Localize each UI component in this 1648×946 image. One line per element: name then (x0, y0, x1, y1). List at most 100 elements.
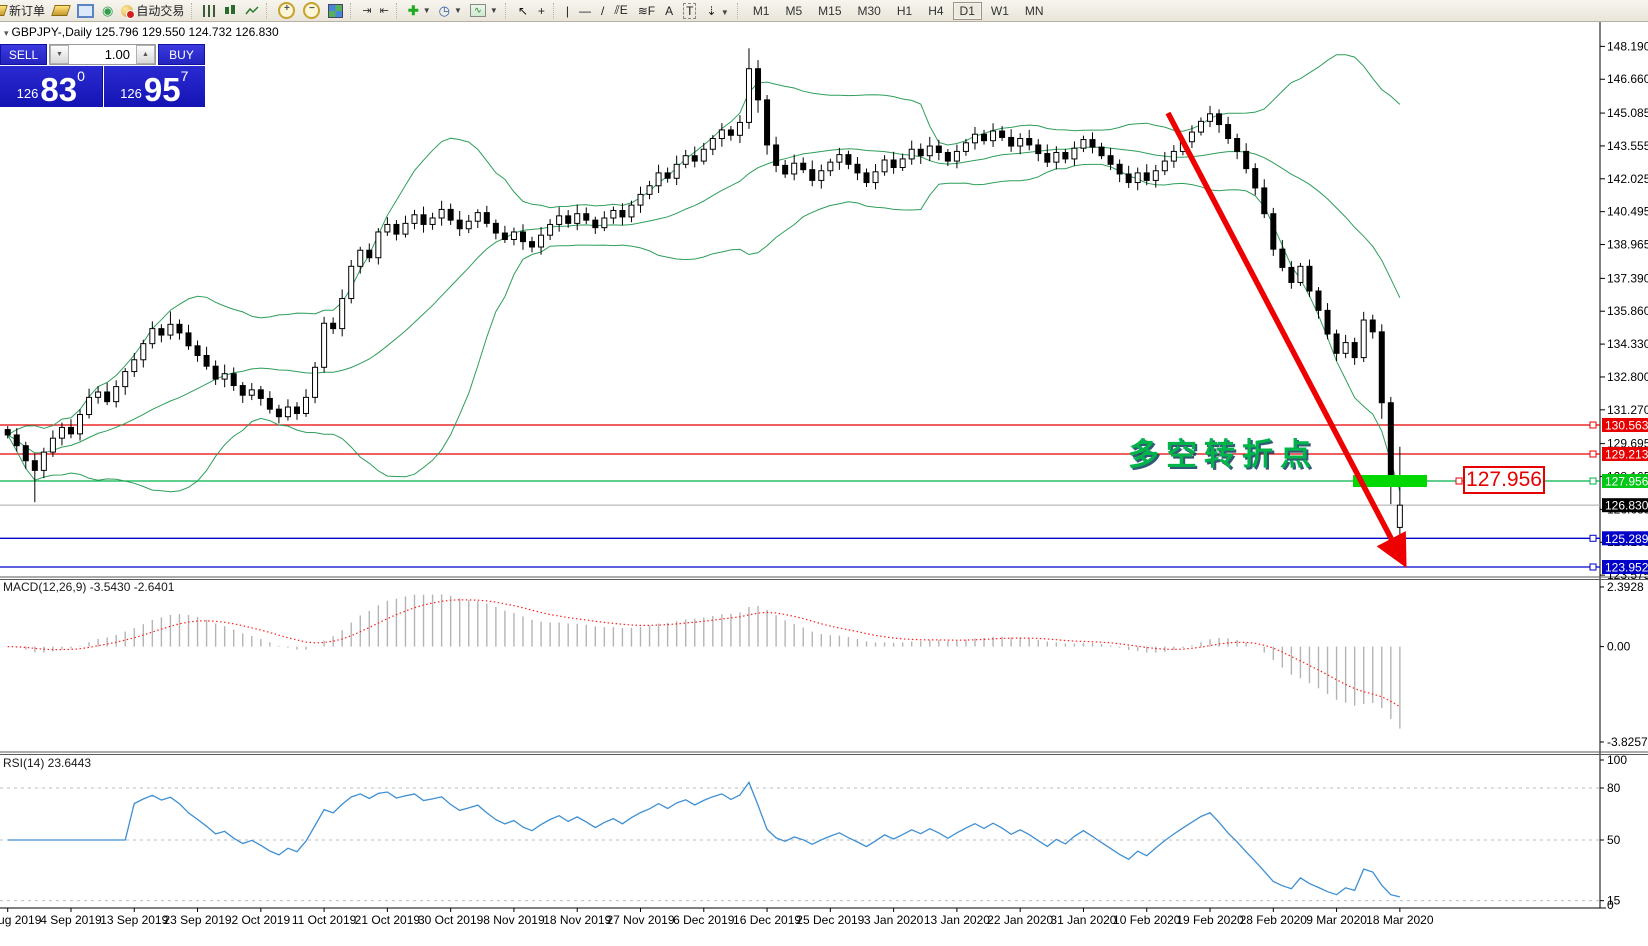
candlestick-series (5, 48, 1402, 550)
chart-title-text: GBPJPY-,Daily 125.796 129.550 124.732 12… (12, 25, 279, 39)
timeframe-button-m30[interactable]: M30 (851, 2, 888, 20)
new-order-icon (0, 5, 8, 16)
svg-text:11 Oct 2019: 11 Oct 2019 (292, 913, 357, 927)
cursor-tool[interactable]: ↖ (513, 4, 533, 18)
add-indicator-button[interactable]: ✚ ▼ (404, 1, 435, 21)
template-icon: ∿ (470, 4, 486, 17)
buy-button[interactable]: BUY (158, 44, 205, 65)
timeframe-button-m5[interactable]: M5 (778, 2, 809, 20)
svg-text:23 Sep 2019: 23 Sep 2019 (164, 913, 232, 927)
template-button[interactable]: ∿ ▼ (466, 1, 502, 21)
chart-frame (0, 22, 1606, 908)
fibonacci-icon: ≋F (638, 4, 655, 18)
timeframe-button-h1[interactable]: H1 (890, 2, 919, 20)
new-order-button[interactable]: 新订单 (0, 1, 49, 21)
pane-separator-main-macd[interactable] (0, 577, 1648, 580)
svg-text:123.952: 123.952 (1605, 561, 1648, 575)
timeframe-button-mn[interactable]: MN (1018, 2, 1051, 20)
pane-separator-macd-rsi[interactable] (0, 752, 1648, 755)
tile-windows-icon (328, 4, 343, 18)
turning-point-annotation[interactable]: 多空转折点 (1128, 429, 1318, 474)
candle-chart-icon (224, 5, 237, 17)
timeframe-bar: M1M5M15M30H1H4D1W1MN (745, 2, 1052, 20)
svg-text:27 Nov 2019: 27 Nov 2019 (606, 913, 674, 927)
timeframe-button-d1[interactable]: D1 (953, 2, 982, 20)
candle-chart-button[interactable] (220, 1, 241, 21)
zoom-in-button[interactable]: + (274, 1, 299, 21)
bar-chart-button[interactable] (199, 1, 220, 21)
svg-text:2.3928: 2.3928 (1607, 580, 1644, 594)
toolbar-separator (396, 3, 401, 19)
chart-shift-button[interactable]: ⇤ (376, 1, 393, 21)
svg-text:143.555: 143.555 (1607, 139, 1648, 153)
price-tag-annotation[interactable]: 127.956 (1463, 466, 1545, 494)
arrows-icon: ⇣ (706, 4, 716, 18)
timeframe-button-h4[interactable]: H4 (921, 2, 950, 20)
signal-button[interactable]: ◉ (98, 1, 117, 21)
hline-tool[interactable]: — (574, 4, 596, 18)
trendline-tool[interactable]: / (596, 4, 609, 18)
timeframe-button-m15[interactable]: M15 (811, 2, 848, 20)
volume-input[interactable]: 1.00 (69, 45, 136, 64)
svg-text:31 Jan 2020: 31 Jan 2020 (1050, 913, 1116, 927)
zoom-out-button[interactable]: − (299, 1, 324, 21)
sell-price-panel[interactable]: 126 83 0 (0, 66, 103, 107)
volume-increase-button[interactable]: ▲ (136, 45, 155, 64)
svg-text:145.085: 145.085 (1607, 106, 1648, 120)
drawing-objects[interactable] (1168, 113, 1462, 563)
signal-icon: ◉ (102, 4, 113, 18)
svg-text:13 Jan 2020: 13 Jan 2020 (924, 913, 990, 927)
vline-tool[interactable]: | (561, 4, 574, 18)
svg-text:10 Feb 2020: 10 Feb 2020 (1113, 913, 1181, 927)
line-chart-icon (245, 5, 259, 17)
price-chart[interactable]: 148.190146.660145.085143.555142.025140.4… (0, 0, 1648, 946)
bollinger-bands (8, 55, 1400, 492)
horizontal-lines[interactable] (0, 422, 1600, 570)
dropdown-arrow-icon: ▼ (490, 6, 498, 15)
timeframe-button-w1[interactable]: W1 (984, 2, 1016, 20)
arrows-tool[interactable]: ⇣ ▼ (701, 4, 733, 18)
gold-bar-button[interactable] (49, 1, 73, 21)
line-chart-button[interactable] (241, 1, 263, 21)
svg-text:129.213: 129.213 (1605, 448, 1648, 462)
crosshair-tool[interactable]: + (533, 4, 550, 18)
clock-icon: ◷ (439, 4, 450, 18)
svg-text:130.563: 130.563 (1605, 419, 1648, 433)
period-button[interactable]: ◷ ▼ (435, 1, 466, 21)
buy-price-pip: 7 (181, 68, 189, 84)
label-tool[interactable]: T (678, 4, 701, 18)
timeframe-button-m1[interactable]: M1 (746, 2, 777, 20)
svg-text:3 Jan 2020: 3 Jan 2020 (864, 913, 924, 927)
auto-scroll-button[interactable]: ⇥ (358, 1, 375, 21)
tile-windows-button[interactable] (324, 1, 347, 21)
macd-indicator (8, 594, 1400, 728)
text-tool[interactable]: A (660, 4, 678, 18)
svg-text:2 Oct 2019: 2 Oct 2019 (231, 913, 290, 927)
sell-button[interactable]: SELL (0, 44, 47, 65)
svg-text:22 Jan 2020: 22 Jan 2020 (987, 913, 1053, 927)
macd-indicator-label: MACD(12,26,9) -3.5430 -2.6401 (3, 580, 174, 594)
gold-ingot-icon (51, 5, 71, 16)
fibonacci-tool[interactable]: ≋F (633, 4, 660, 18)
label-icon: T (683, 3, 696, 19)
rsi-indicator-label: RSI(14) 23.6443 (3, 756, 91, 770)
svg-text:25 Dec 2019: 25 Dec 2019 (796, 913, 864, 927)
volume-decrease-button[interactable]: ▼ (50, 45, 69, 64)
toolbar-separator (737, 3, 742, 19)
autotrade-icon (121, 5, 133, 17)
svg-text:28 Feb 2020: 28 Feb 2020 (1240, 913, 1308, 927)
channel-icon: ⫽E (614, 3, 627, 17)
terminal-button[interactable] (73, 1, 98, 21)
dropdown-arrow-icon: ▼ (423, 6, 431, 15)
autotrade-button[interactable]: 自动交易 (117, 1, 188, 21)
svg-text:135.860: 135.860 (1607, 304, 1648, 318)
zoom-out-icon: − (303, 2, 320, 19)
toolbar-separator (505, 3, 510, 19)
svg-text:132.800: 132.800 (1607, 370, 1648, 384)
buy-price-panel[interactable]: 126 95 7 (104, 66, 206, 107)
svg-text:148.190: 148.190 (1607, 39, 1648, 53)
date-axis[interactable]: 26 Aug 20194 Sep 201913 Sep 201923 Sep 2… (0, 908, 1434, 927)
channel-tool[interactable]: ⫽E (609, 3, 632, 18)
new-order-label: 新订单 (9, 2, 45, 19)
svg-text:127.956: 127.956 (1605, 475, 1648, 489)
